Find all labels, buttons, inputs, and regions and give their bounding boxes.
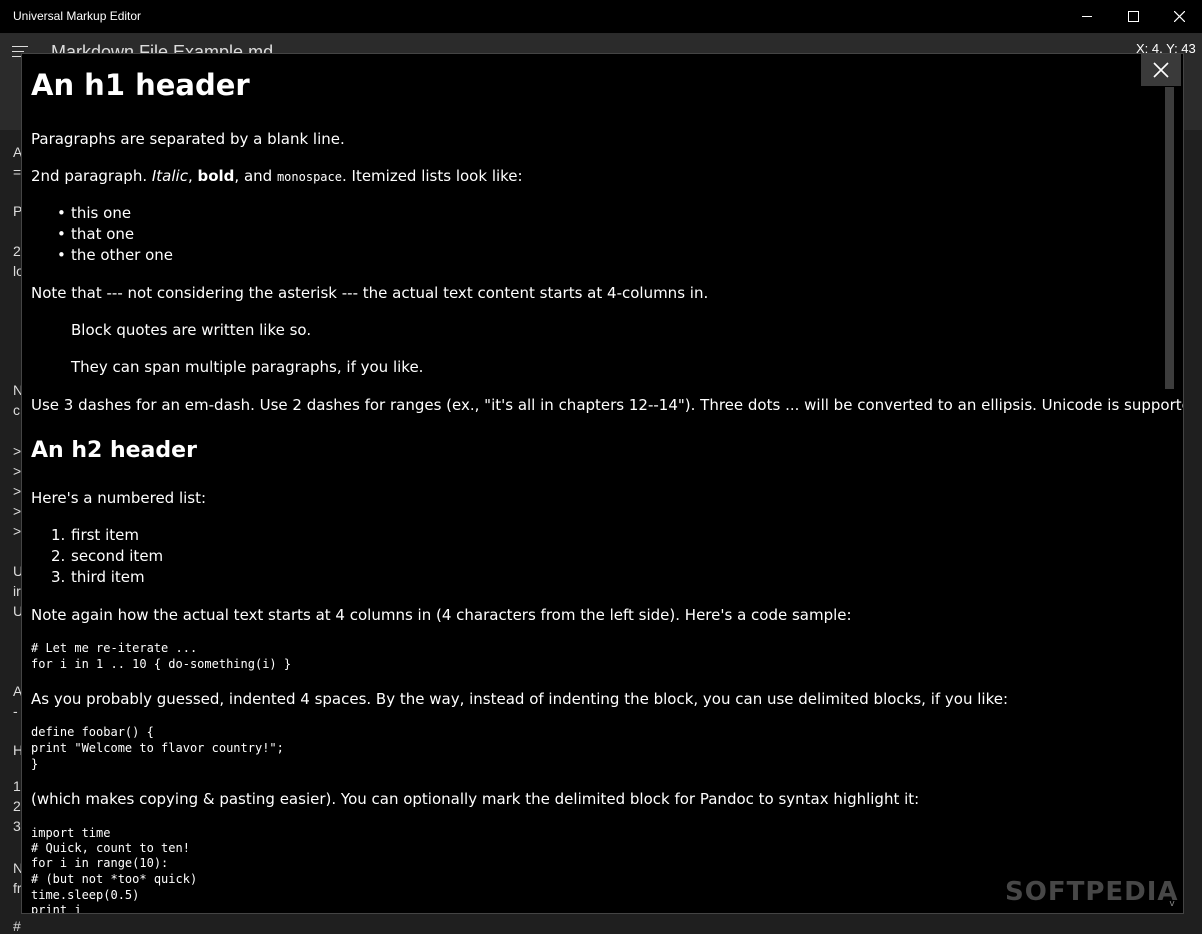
bullet-item: • that one: [57, 225, 135, 243]
code-line: # Quick, count to ten!: [31, 841, 190, 855]
preview-paragraph-2: 2nd paragraph. Italic, bold, and monospa…: [31, 167, 523, 185]
item-number: 2.: [51, 547, 66, 565]
preview-paragraph-4: Use 3 dashes for an em-dash. Use 2 dashe…: [31, 396, 1184, 414]
code-line: for i in range(10):: [31, 856, 169, 870]
preview-paragraph-7: As you probably guessed, indented 4 spac…: [31, 690, 1009, 708]
editor-right-edge: [1182, 130, 1202, 930]
editor-line: >: [13, 503, 22, 519]
item-label: third item: [71, 568, 145, 586]
minimize-button[interactable]: [1064, 0, 1110, 33]
p2-sep1: ,: [187, 167, 198, 185]
window-title: Universal Markup Editor: [13, 9, 142, 23]
code-line: # (but not *too* quick): [31, 872, 198, 886]
close-preview-button[interactable]: [1141, 54, 1181, 86]
bullet-label: the other one: [71, 246, 174, 264]
code-line: print i: [31, 903, 82, 914]
preview-paragraph-1: Paragraphs are separated by a blank line…: [31, 130, 345, 148]
blockquote-2: They can span multiple paragraphs, if yo…: [71, 358, 424, 376]
p2-sep2: , and: [234, 167, 277, 185]
p2-pre: 2nd paragraph.: [31, 167, 152, 185]
numbered-item: 2. second item: [51, 547, 164, 565]
p4-text: Use 3 dashes for an em-dash. Use 2 dashe…: [31, 396, 1184, 414]
blockquote-1: Block quotes are written like so.: [71, 321, 312, 339]
preview-paragraph-6: Note again how the actual text starts at…: [31, 606, 852, 624]
item-label: first item: [71, 526, 139, 544]
bullet-dot: •: [57, 225, 66, 243]
code-line: for i in 1 .. 10 { do-something(i) }: [31, 657, 292, 671]
code-line: import time: [31, 826, 111, 840]
editor-line: >: [13, 443, 22, 459]
bullet-dot: •: [57, 246, 66, 264]
item-number: 1.: [51, 526, 66, 544]
minimize-icon: [1082, 16, 1092, 17]
editor-pane[interactable]: A = P 2 lo Nc > > > > > Uir U A - H 1 2 3 Nfr #: [0, 130, 24, 934]
numbered-item: 1. first item: [51, 526, 139, 544]
editor-line: =: [13, 164, 22, 180]
code-line: print "Welcome to flavor country!";: [31, 741, 284, 755]
editor-line: 1: [13, 778, 21, 794]
scrollbar-thumb[interactable]: [1165, 87, 1174, 389]
p2-post: . Itemized lists look like:: [341, 167, 523, 185]
close-icon: [1153, 61, 1169, 78]
p2-italic: Italic: [151, 167, 188, 185]
editor-line: c: [13, 402, 20, 418]
close-icon: [1173, 11, 1185, 22]
preview-h2: An h2 header: [31, 438, 197, 463]
editor-line: >: [13, 483, 22, 499]
code-line: define foobar() {: [31, 725, 154, 739]
editor-line: >: [13, 463, 22, 479]
numbered-item: 3. third item: [51, 568, 145, 586]
preview-h1: An h1 header: [31, 68, 250, 102]
watermark: SOFTPEDIA: [1005, 877, 1179, 907]
maximize-button[interactable]: [1110, 0, 1156, 33]
item-label: second item: [71, 547, 164, 565]
editor-line: #: [13, 918, 21, 934]
p2-bold: bold: [197, 167, 235, 185]
editor-line: 3: [13, 818, 21, 834]
maximize-icon: [1127, 11, 1139, 22]
editor-line: -: [13, 703, 18, 719]
bullet-item: • this one: [57, 204, 132, 222]
markdown-preview: An h1 header Paragraphs are separated by…: [21, 53, 1184, 914]
bullet-label: that one: [71, 225, 135, 243]
editor-line: 2: [13, 798, 21, 814]
title-bar: Universal Markup Editor: [0, 0, 1202, 34]
bullet-item: • the other one: [57, 246, 174, 264]
preview-paragraph-8: (which makes copying & pasting easier). …: [31, 790, 920, 808]
preview-scrollbar[interactable]: [1165, 87, 1174, 913]
preview-paragraph-5: Here's a numbered list:: [31, 489, 207, 507]
code-line: # Let me re-iterate ...: [31, 641, 198, 655]
code-line: time.sleep(0.5): [31, 888, 140, 902]
preview-paragraph-3: Note that --- not considering the asteri…: [31, 284, 709, 302]
bullet-dot: •: [57, 204, 66, 222]
p2-mono: monospace: [276, 170, 342, 184]
item-number: 3.: [51, 568, 66, 586]
editor-line: ir: [13, 583, 21, 599]
bullet-label: this one: [71, 204, 132, 222]
close-window-button[interactable]: [1156, 0, 1202, 33]
code-line: }: [31, 757, 39, 771]
editor-line: >: [13, 523, 22, 539]
editor-line: 2: [13, 243, 21, 259]
